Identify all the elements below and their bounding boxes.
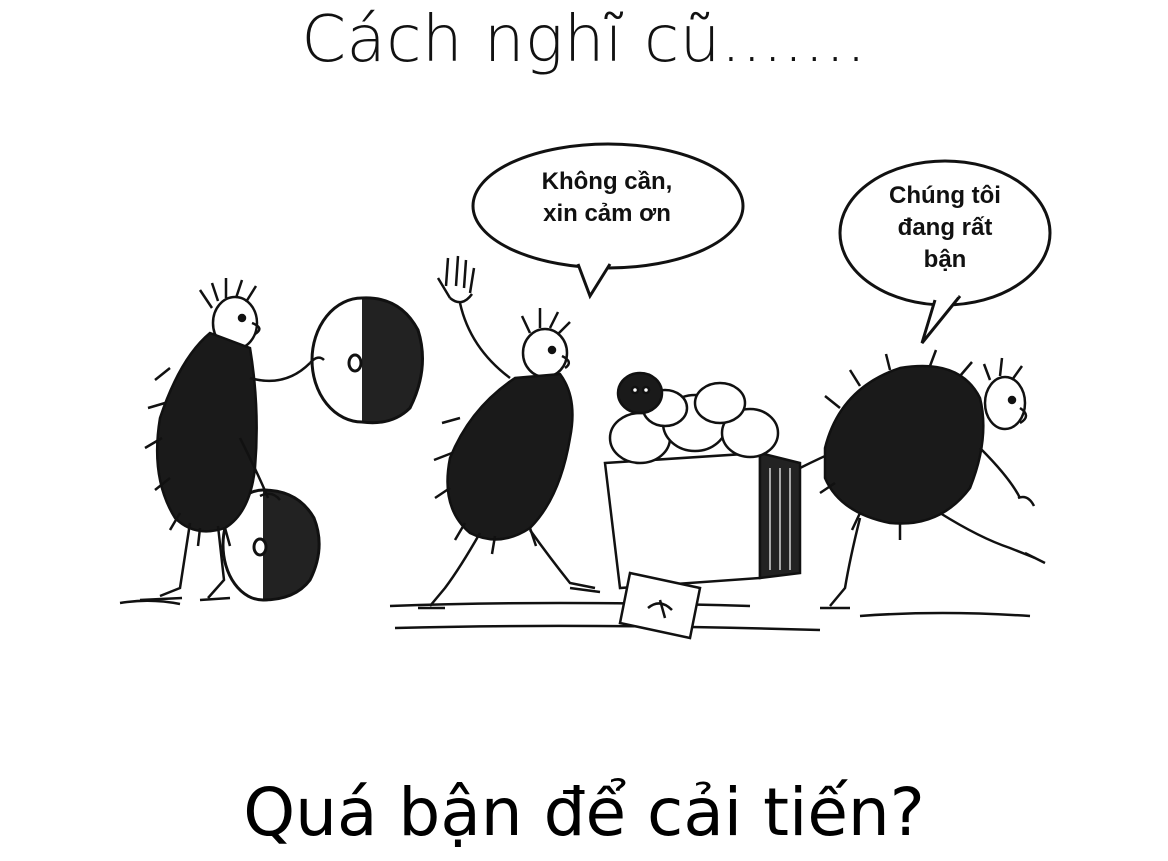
speech-bubble-right-text: Chúng tôi đang rất bận [845,180,1045,276]
bubble-line: Không cần, [541,168,673,195]
wheel-upper [310,296,424,425]
bubble-line: bận [923,246,967,273]
speech-bubble-left-text: Không cần, xin cảm ơn [482,166,732,230]
bubble-line: Chúng tôi [889,182,1001,209]
caveman-right [819,349,1046,610]
bubble-line: đang rất [897,214,993,241]
slide-caption: Quá bận để cải tiến? [243,774,925,851]
ground-lines [119,599,1031,632]
caveman-middle [418,255,601,610]
cart-with-rocks [603,371,871,640]
slide-title: Cách nghĩ cũ....... [301,3,867,77]
bubble-line: xin cảm ơn [543,200,671,227]
